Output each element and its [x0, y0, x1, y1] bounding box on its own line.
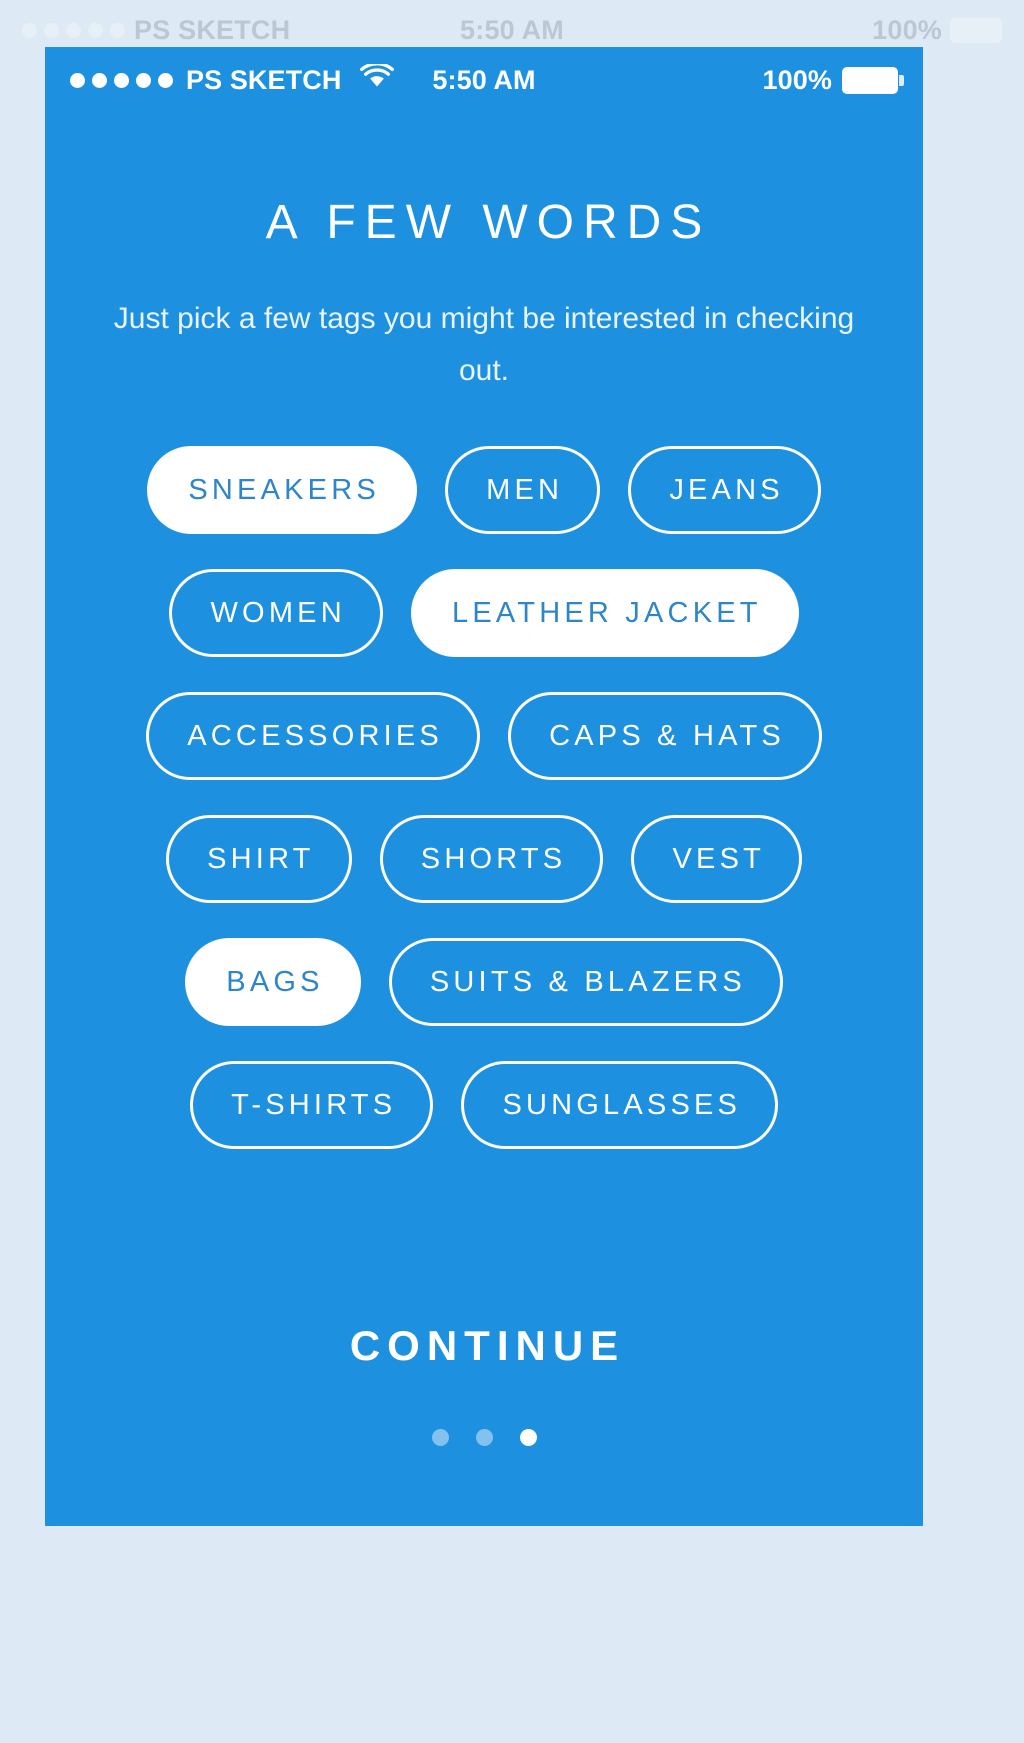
page-root: PS SKETCH 5:50 AM 100% PS SKETCH 5:50 AM… — [0, 0, 1024, 1743]
page-title: A FEW WORDS — [265, 196, 712, 249]
pagination-dot-2[interactable] — [475, 1429, 493, 1446]
continue-button[interactable]: CONTINUE — [45, 1322, 923, 1370]
pagination-dots — [45, 1429, 923, 1446]
ghost-battery-icon — [950, 17, 1002, 43]
tag-row: SHIRT SHORTS VEST — [93, 815, 875, 903]
status-bar-left: PS SKETCH — [70, 61, 395, 97]
tag-row: WOMEN LEATHER JACKET — [93, 569, 875, 657]
ghost-signal-dots-icon — [22, 22, 125, 38]
tag-row: BAGS SUITS & BLAZERS — [93, 938, 875, 1026]
ghost-carrier-label: PS SKETCH — [134, 14, 291, 45]
tag-shirt[interactable]: SHIRT — [165, 815, 352, 903]
pagination-dot-1[interactable] — [431, 1429, 449, 1446]
ghost-time-label: 5:50 AM — [460, 14, 564, 45]
ghost-statusbar-left: PS SKETCH — [22, 15, 290, 46]
tag-suits-blazers[interactable]: SUITS & BLAZERS — [388, 938, 783, 1026]
tag-shorts[interactable]: SHORTS — [379, 815, 604, 903]
ghost-battery-percent-label: 100% — [872, 14, 942, 45]
status-bar-right: 100% — [762, 64, 904, 96]
tag-jeans[interactable]: JEANS — [628, 446, 821, 534]
tag-list: SNEAKERS MEN JEANS WOMEN LEATHER JACKET ACCES… — [45, 446, 923, 1184]
battery-percent-label: 100% — [762, 64, 832, 95]
phone-screen: PS SKETCH 5:50 AM 100% A FEW WORDS Just … — [45, 47, 923, 1526]
tag-row: SNEAKERS MEN JEANS — [93, 446, 875, 534]
tag-caps-hats[interactable]: CAPS & HATS — [507, 692, 822, 780]
wifi-icon — [360, 61, 395, 97]
tag-t-shirts[interactable]: T-SHIRTS — [189, 1061, 434, 1149]
pagination-dot-3[interactable] — [519, 1429, 537, 1446]
tag-sneakers[interactable]: SNEAKERS — [147, 446, 417, 534]
tag-row: ACCESSORIES CAPS & HATS — [93, 692, 875, 780]
tag-sunglasses[interactable]: SUNGLASSES — [461, 1061, 779, 1149]
tag-accessories[interactable]: ACCESSORIES — [146, 692, 480, 780]
status-bar: PS SKETCH 5:50 AM 100% — [45, 47, 923, 113]
ghost-statusbar-right: 100% — [872, 15, 1002, 46]
tag-men[interactable]: MEN — [444, 446, 601, 534]
carrier-label: PS SKETCH — [186, 64, 342, 95]
page-subtitle: Just pick a few tags you might be intere… — [113, 302, 855, 387]
battery-full-icon — [842, 66, 904, 94]
tag-bags[interactable]: BAGS — [185, 938, 361, 1026]
tag-leather-jacket[interactable]: LEATHER JACKET — [410, 569, 799, 657]
tag-vest[interactable]: VEST — [631, 815, 803, 903]
background-ghost-statusbar: PS SKETCH 5:50 AM 100% — [0, 8, 1024, 52]
signal-dots-icon — [70, 72, 173, 88]
tag-row: T-SHIRTS SUNGLASSES — [93, 1061, 875, 1149]
tag-women[interactable]: WOMEN — [169, 569, 383, 657]
